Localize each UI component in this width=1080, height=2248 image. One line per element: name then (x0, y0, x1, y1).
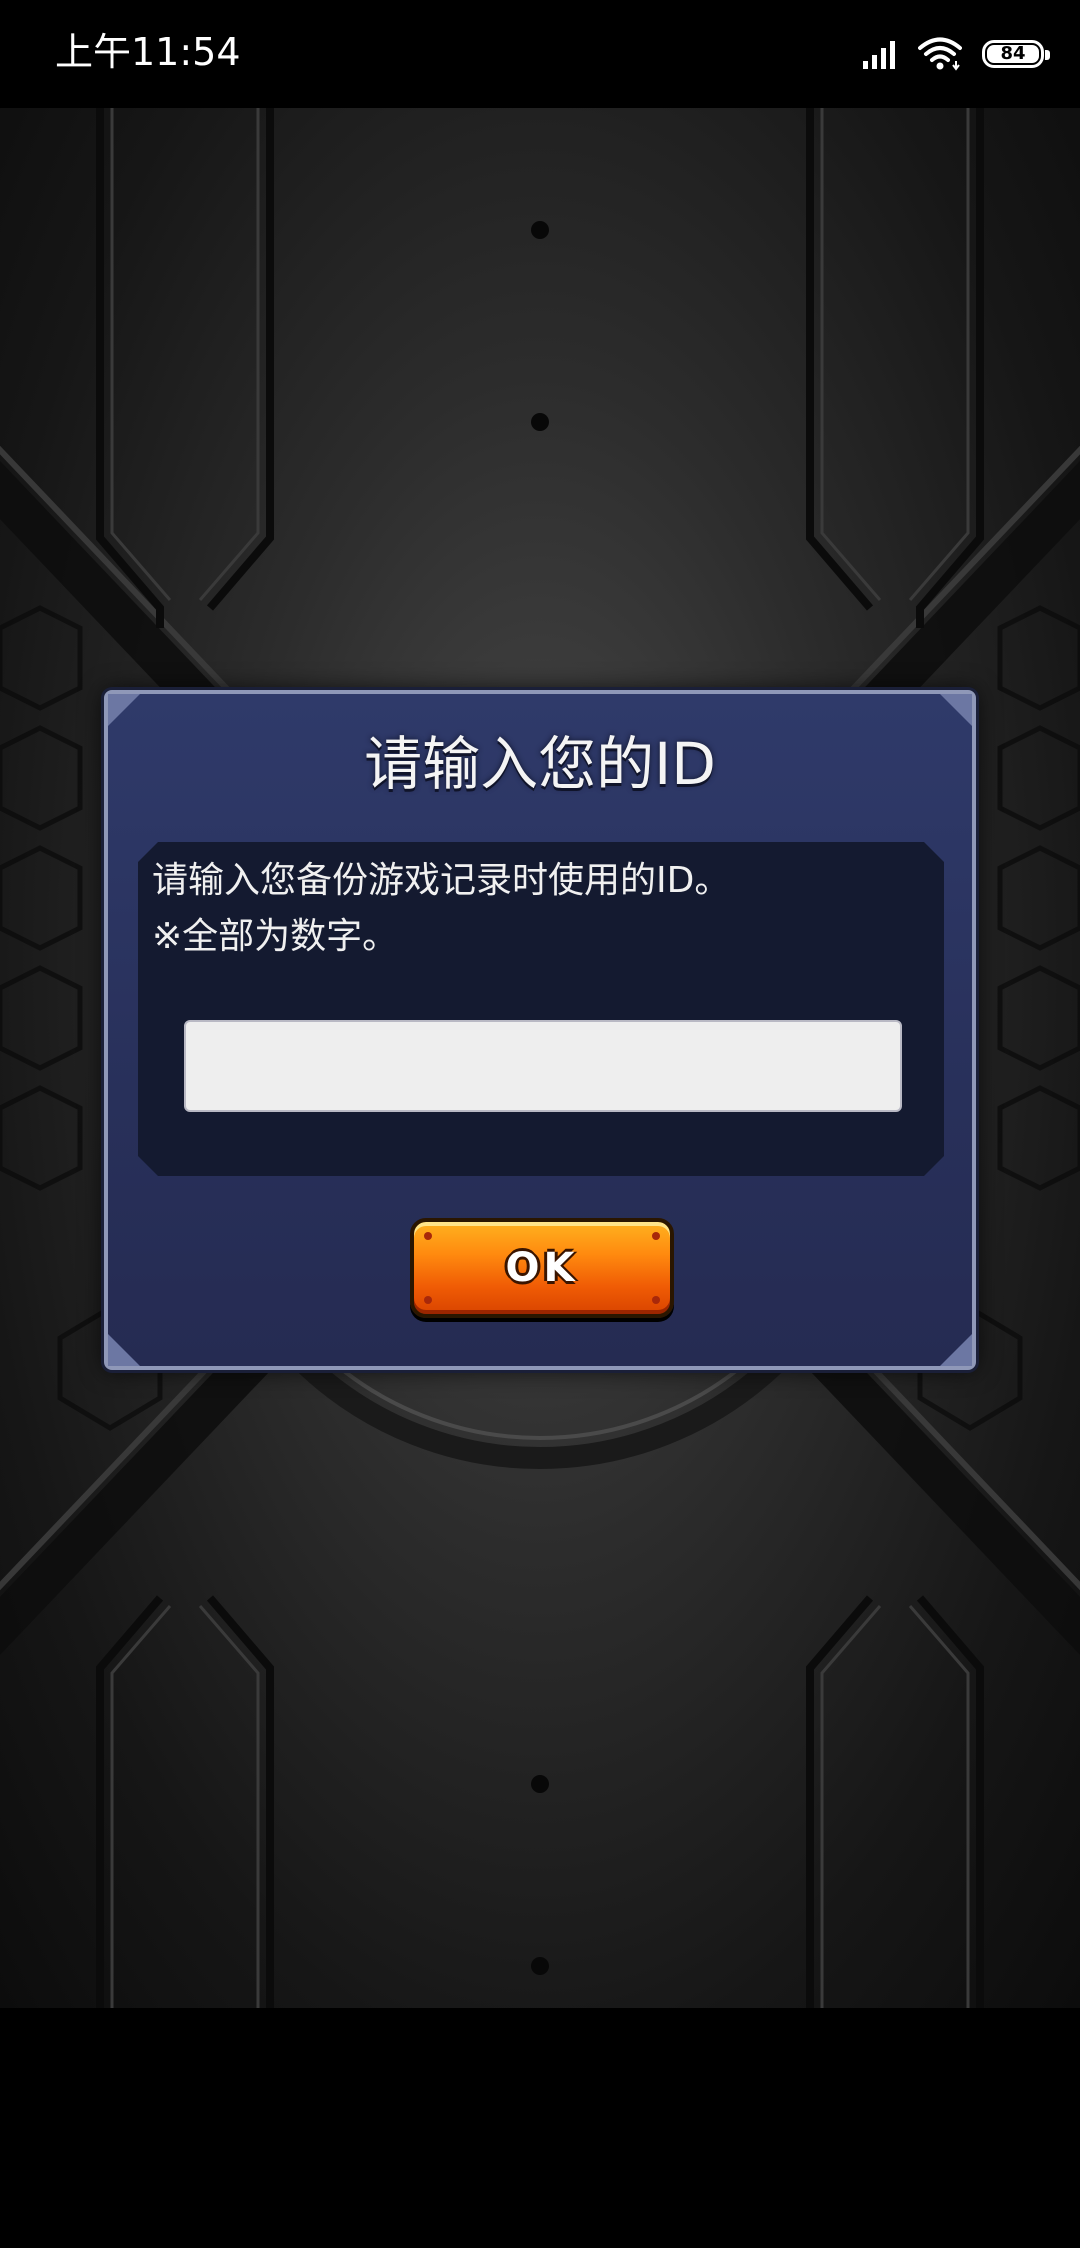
id-input-dialog: 请输入您的ID 请输入您备份游戏记录时使用的ID。 ※全部为数字。 OK (104, 690, 976, 1370)
battery-level: 84 (987, 45, 1039, 63)
dialog-corner (108, 1334, 140, 1366)
status-icons: 84 (862, 34, 1050, 74)
message-panel: 请输入您备份游戏记录时使用的ID。 ※全部为数字。 (138, 842, 944, 1176)
status-bar: 上午11:54 84 (0, 0, 1080, 108)
message-line-1: 请输入您备份游戏记录时使用的ID。 (152, 860, 731, 901)
id-input[interactable] (184, 1020, 902, 1112)
button-rivet (652, 1232, 660, 1240)
ok-button[interactable]: OK (410, 1218, 674, 1318)
app-screen: 上午11:54 84 请输入您的ID 请输入您备份游戏记录时使用的ID。 ※全部… (0, 0, 1080, 2248)
signal-icon (863, 41, 895, 69)
ok-button-label: OK (505, 1245, 579, 1291)
bottom-bar (0, 2008, 1080, 2248)
wifi-icon (918, 37, 962, 71)
battery-icon: 84 (982, 40, 1050, 68)
button-rivet (424, 1296, 432, 1304)
dialog-corner (108, 694, 140, 726)
dialog-corner (940, 1334, 972, 1366)
status-time: 上午11:54 (55, 30, 241, 74)
dialog-corner (940, 694, 972, 726)
message-line-2: ※全部为数字。 (152, 916, 399, 957)
button-rivet (652, 1296, 660, 1304)
button-rivet (424, 1232, 432, 1240)
dialog-title: 请输入您的ID (364, 730, 716, 798)
battery-tip (1045, 50, 1050, 60)
